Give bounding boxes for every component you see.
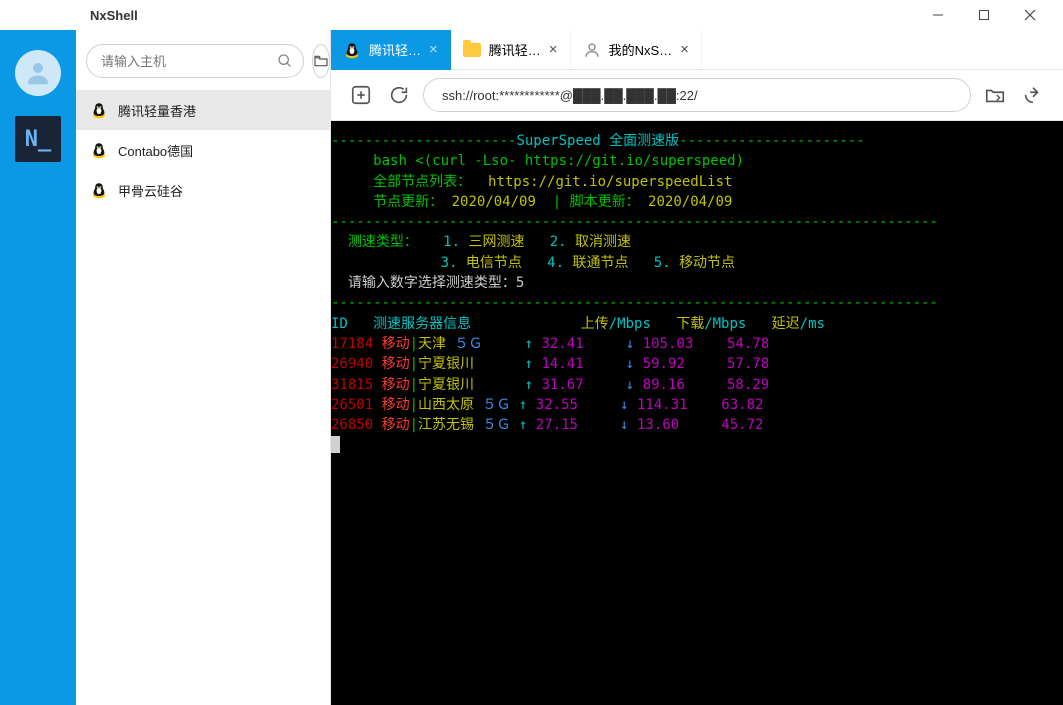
close-button[interactable] <box>1007 0 1053 30</box>
tab-label: 我的NxS… <box>609 40 673 59</box>
address-text: ssh://root:************@███.██.███.██:22… <box>442 88 698 103</box>
host-sidebar: 腾讯轻量香港 Contabo德国甲骨云硅谷 <box>76 30 331 705</box>
host-search[interactable] <box>86 44 304 78</box>
host-item[interactable]: Contabo德国 <box>76 130 330 170</box>
app-logo[interactable]: N_ <box>15 116 61 162</box>
search-icon <box>277 53 293 69</box>
search-input[interactable] <box>101 54 277 69</box>
linux-icon <box>343 41 361 59</box>
reload-button[interactable] <box>385 81 413 109</box>
host-label: Contabo德国 <box>118 141 193 160</box>
forward-button[interactable] <box>1019 81 1047 109</box>
tab-label: 腾讯轻… <box>369 40 421 59</box>
tab-bar: 腾讯轻… × 腾讯轻… × 我的NxS… × <box>331 30 1063 70</box>
host-label: 甲骨云硅谷 <box>118 181 183 200</box>
avatar[interactable] <box>15 50 61 96</box>
host-label: 腾讯轻量香港 <box>118 101 196 120</box>
new-tab-button[interactable] <box>347 81 375 109</box>
tab-label: 腾讯轻… <box>489 40 541 59</box>
tab-close-icon[interactable]: × <box>549 41 558 58</box>
host-item[interactable]: 腾讯轻量香港 <box>76 90 330 130</box>
linux-icon <box>90 141 108 159</box>
maximize-button[interactable] <box>961 0 1007 30</box>
sftp-button[interactable] <box>981 81 1009 109</box>
main-area: 腾讯轻… × 腾讯轻… × 我的NxS… × ssh://root:***********… <box>331 30 1063 705</box>
app-title: NxShell <box>90 8 915 23</box>
user-icon <box>583 41 601 59</box>
tab-close-icon[interactable]: × <box>680 41 689 58</box>
folder-icon <box>463 41 481 59</box>
linux-icon <box>90 181 108 199</box>
tab[interactable]: 我的NxS… × <box>571 30 702 70</box>
address-bar[interactable]: ssh://root:************@███.██.███.██:22… <box>423 78 971 112</box>
title-bar: NxShell <box>0 0 1063 30</box>
minimize-button[interactable] <box>915 0 961 30</box>
tab[interactable]: 腾讯轻… × <box>331 30 451 70</box>
tab-close-icon[interactable]: × <box>429 41 438 58</box>
host-item[interactable]: 甲骨云硅谷 <box>76 170 330 210</box>
toolbar: ssh://root:************@███.██.███.██:22… <box>331 70 1063 121</box>
open-folder-button[interactable] <box>312 44 330 78</box>
folder-open-icon <box>313 53 329 69</box>
terminal[interactable]: ----------------------SuperSpeed 全面测速版--… <box>331 121 1063 705</box>
activity-bar: N_ <box>0 30 76 705</box>
tab[interactable]: 腾讯轻… × <box>451 30 571 70</box>
linux-icon <box>90 101 108 119</box>
